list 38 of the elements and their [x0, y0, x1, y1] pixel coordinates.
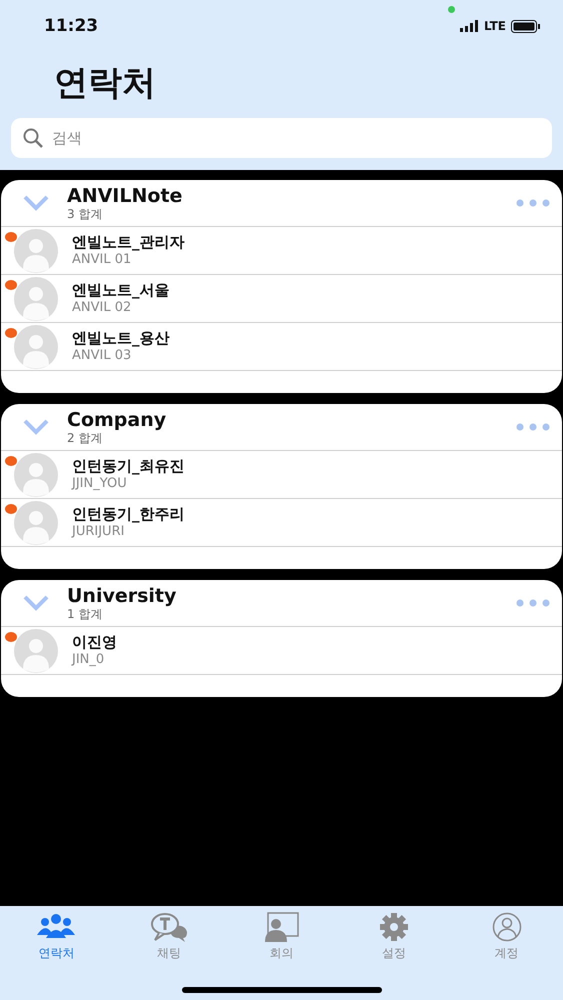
group-count: 3 합계: [67, 207, 104, 221]
chat-icon: [148, 912, 189, 942]
search-field[interactable]: 검색: [11, 118, 552, 158]
contact-id: ANVIL 02: [72, 300, 132, 316]
contact-name: 인턴동기_최유진: [72, 457, 184, 476]
contact-name: 엔빌노트_서울: [72, 281, 170, 300]
search-icon: [23, 128, 43, 148]
tab[interactable]: 연락처: [0, 912, 113, 962]
contact-id: JJIN_YOU: [72, 476, 128, 492]
chevron-icon[interactable]: [23, 195, 49, 211]
tab[interactable]: 회의: [225, 912, 338, 962]
contact-id: JURIJURI: [72, 524, 126, 540]
group-name: University: [67, 585, 178, 607]
signal-icon: [460, 20, 479, 32]
contact-name: 인턴동기_한주리: [72, 505, 184, 524]
chevron-icon[interactable]: [23, 595, 49, 611]
network-label: LTE: [484, 19, 506, 33]
chevron-icon[interactable]: [23, 419, 49, 435]
group-count: 2 합계: [67, 431, 104, 445]
tab[interactable]: 채팅: [112, 912, 226, 962]
contact-id: ANVIL 01: [72, 252, 132, 268]
group-name: ANVILNote: [67, 185, 184, 207]
contact-name: 엔빌노트_관리자: [72, 233, 184, 252]
group-count: 1 합계: [67, 607, 104, 621]
status-time: 11:23: [44, 16, 98, 36]
page-title: 연락처: [54, 62, 157, 105]
tab[interactable]: 계정: [450, 912, 563, 962]
more-icon[interactable]: [516, 199, 550, 207]
tab[interactable]: 설정: [338, 912, 450, 962]
camera-indicator-icon: [448, 6, 455, 13]
contact-id: JIN_0: [72, 652, 106, 668]
more-icon[interactable]: [516, 423, 550, 431]
contact-name: 엔빌노트_용산: [72, 329, 170, 348]
battery-icon: [511, 20, 541, 32]
contact-name: 이진영: [72, 633, 117, 652]
more-icon[interactable]: [516, 599, 550, 607]
group-name: Company: [67, 409, 168, 431]
contact-id: ANVIL 03: [72, 348, 132, 364]
